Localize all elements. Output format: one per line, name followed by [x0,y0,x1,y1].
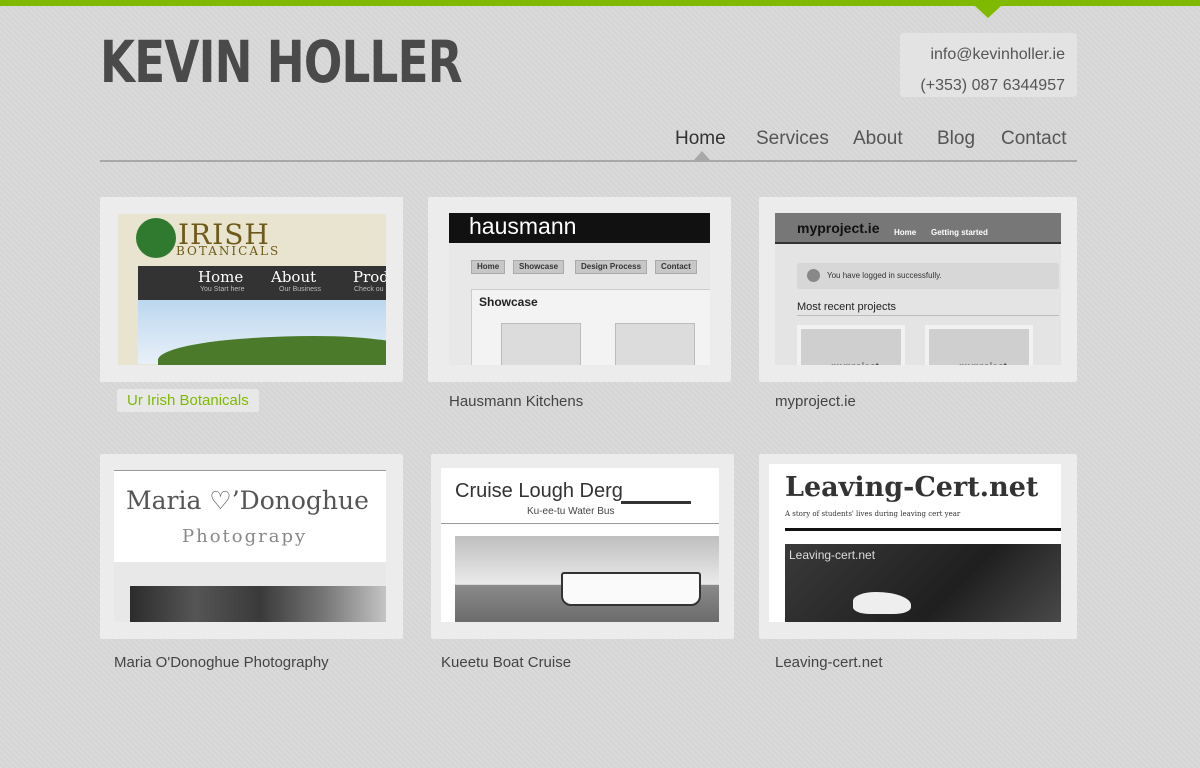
main-nav: Home Services About Blog Contact [0,128,1200,154]
portfolio-thumbnail: myproject.ie Home Getting started You ha… [775,213,1061,365]
contact-phone: (+353) 087 6344957 [920,77,1065,94]
nav-item-about[interactable]: About [853,128,903,150]
thumb-divider [785,528,1061,531]
portfolio-thumbnail: Maria ♡’Donoghue Photograpy [114,470,386,622]
contact-box: info@kevinholler.ie (+353) 087 6344957 [900,33,1077,97]
thumb-subtitle: Ku-ee-tu Water Bus [527,506,615,517]
thumb-nav-label: Prod [353,268,386,286]
nav-active-pointer [694,151,710,160]
site-logo[interactable]: KEVIN HOLLER [100,28,463,96]
thumb-nav-button: Home [471,260,506,274]
thumb-name: Maria ♡’Donoghue [126,486,369,515]
thumb-message: You have logged in successfully. [827,271,942,280]
portfolio-thumbnail: Cruise Lough Derg Ku-ee-tu Water Bus [441,468,719,622]
thumb-tagline: Photograpy [182,526,308,547]
thumb-nav-button: Design Process [575,260,648,274]
thumb-brand-sub: BOTANICALS [176,244,281,258]
nav-divider [100,160,1077,162]
portfolio-thumbnail: IRISH BOTANICALS Home You Start here Abo… [118,214,386,365]
portfolio-card-irish-botanicals[interactable]: IRISH BOTANICALS Home You Start here Abo… [100,197,403,382]
portfolio-thumbnail: hausmann Home Showcase Design Process Co… [449,213,710,365]
thumb-boat-image [561,572,701,606]
portfolio-card-maria-odonoghue[interactable]: Maria ♡’Donoghue Photograpy [100,454,403,639]
boat-icon [621,486,691,504]
portfolio-card-leaving-cert[interactable]: Leaving-Cert.net A story of students' li… [759,454,1077,639]
thumb-divider [441,523,719,524]
shamrock-logo-icon [136,218,176,258]
thumb-nav: Home You Start here About Our Business P… [138,266,386,300]
thumb-project-tile: myproject [925,325,1033,365]
portfolio-caption-maria-odonoghue[interactable]: Maria O'Donoghue Photography [114,654,329,671]
thumb-nav-button: Contact [655,260,697,274]
portfolio-caption-leaving-cert[interactable]: Leaving-cert.net [775,654,883,671]
thumb-title: Cruise Lough Derg [455,480,623,502]
contact-email[interactable]: info@kevinholler.ie [900,39,1065,70]
thumb-title: Leaving-Cert.net [785,472,1039,503]
thumb-nav-label: Home [198,268,244,286]
check-icon [807,269,820,282]
thumb-section-title: Showcase [479,295,538,309]
thumb-section-title: Most recent projects [797,301,897,313]
nav-item-blog[interactable]: Blog [937,128,975,150]
thumb-nav-item: Getting started [931,228,988,237]
thumb-brand: myproject.ie [797,220,880,236]
portfolio-caption-hausmann[interactable]: Hausmann Kitchens [449,393,583,410]
thumb-divider [797,315,1059,316]
thumb-photo-label: Leaving-cert.net [789,548,876,562]
thumb-nav-sub: Check ou [354,286,384,293]
portfolio-caption-kueetu[interactable]: Kueetu Boat Cruise [441,654,571,671]
thumb-nav-sub: Our Business [279,286,322,293]
thumb-nav-button: Showcase [513,260,565,274]
thumb-photo-image [130,586,386,622]
nav-item-services[interactable]: Services [756,128,829,150]
thumb-project-label: myproject [831,362,879,365]
portfolio-card-hausmann[interactable]: hausmann Home Showcase Design Process Co… [428,197,731,382]
portfolio-card-myproject[interactable]: myproject.ie Home Getting started You ha… [759,197,1077,382]
top-accent-notch [975,6,1001,18]
thumb-kitchen-image [615,323,695,365]
thumb-kitchen-image [501,323,581,365]
thumb-nav-sub: You Start here [200,286,245,293]
thumb-nav-item: Home [894,228,917,237]
thumb-title: hausmann [469,213,577,239]
thumb-subtitle: A story of students' lives during leavin… [785,510,961,518]
portfolio-card-kueetu[interactable]: Cruise Lough Derg Ku-ee-tu Water Bus [431,454,734,639]
portfolio-thumbnail: Leaving-Cert.net A story of students' li… [769,464,1061,622]
portfolio-caption-irish-botanicals[interactable]: Ur Irish Botanicals [117,389,259,412]
thumb-nav-label: About [271,268,317,286]
top-accent-bar [0,0,1200,6]
nav-item-home[interactable]: Home [675,128,726,150]
thumb-project-label: myproject [959,362,1007,365]
thumb-top-rule [114,470,386,471]
thumb-project-tile: myproject [797,325,905,365]
portfolio-caption-myproject[interactable]: myproject.ie [775,393,856,410]
nav-item-contact[interactable]: Contact [1001,128,1066,150]
